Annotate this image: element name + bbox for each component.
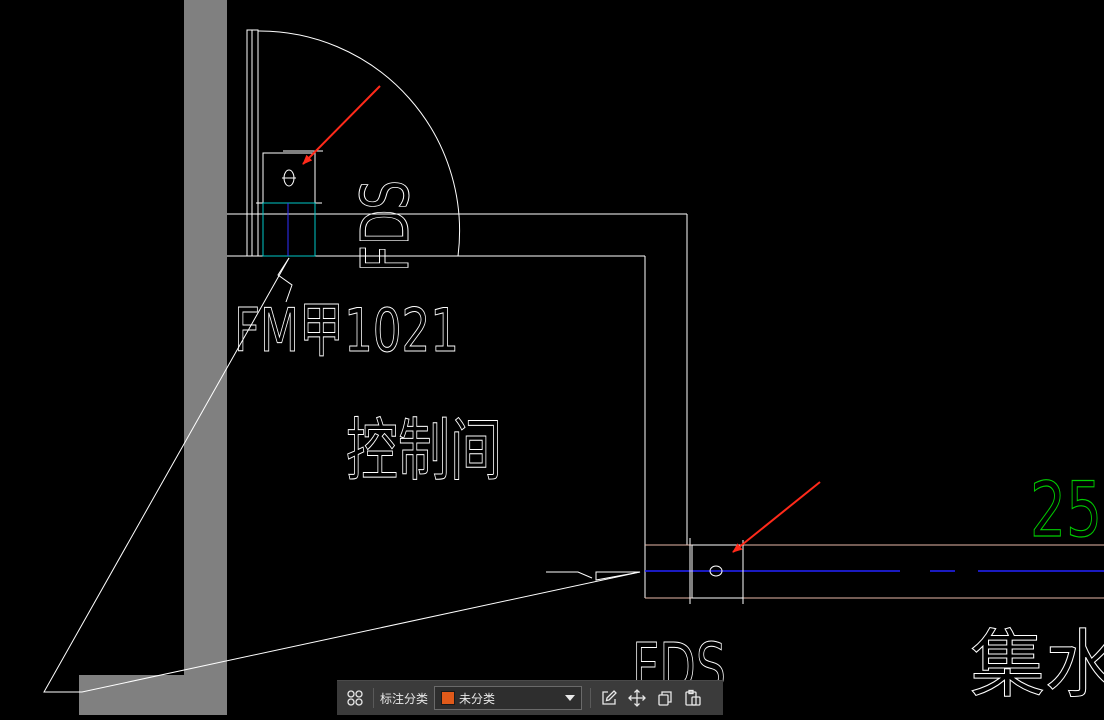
wall-bottom[interactable] (79, 675, 227, 715)
room-outline[interactable] (227, 213, 688, 598)
door-label: FM甲1021 (234, 296, 459, 366)
drawing-svg[interactable]: FDS FM甲1021 控制间 FDS 250 集水坑 (0, 0, 1104, 715)
category-dropdown[interactable]: 未分类 (434, 686, 583, 710)
detector-device-top[interactable] (256, 150, 323, 257)
dimension-text: 250 (1030, 465, 1104, 554)
pit-label: 集水坑 (970, 622, 1104, 708)
grid-icon[interactable] (341, 684, 369, 712)
edit-icon[interactable] (595, 684, 623, 712)
move-icon[interactable] (623, 684, 651, 712)
vertical-label: FDS (347, 180, 424, 272)
wall-vertical[interactable] (184, 0, 227, 675)
toolbar-divider (590, 688, 592, 708)
copy-icon[interactable] (651, 684, 679, 712)
toolbar-divider (373, 688, 374, 708)
annotation-arrow-right (732, 481, 821, 553)
paste-icon[interactable] (679, 684, 707, 712)
vertical-fds-text: FDS (347, 180, 425, 273)
annotation-arrow-top (302, 85, 381, 165)
category-color-swatch (441, 691, 456, 705)
annotation-toolbar: 标注分类 未分类 (337, 680, 723, 715)
category-label: 标注分类 (380, 691, 429, 706)
chevron-down-icon (565, 695, 576, 701)
cad-canvas[interactable]: FDS FM甲1021 控制间 FDS 250 集水坑 (0, 0, 1104, 715)
category-value: 未分类 (459, 691, 496, 706)
room-label: 控制间 (346, 412, 502, 491)
